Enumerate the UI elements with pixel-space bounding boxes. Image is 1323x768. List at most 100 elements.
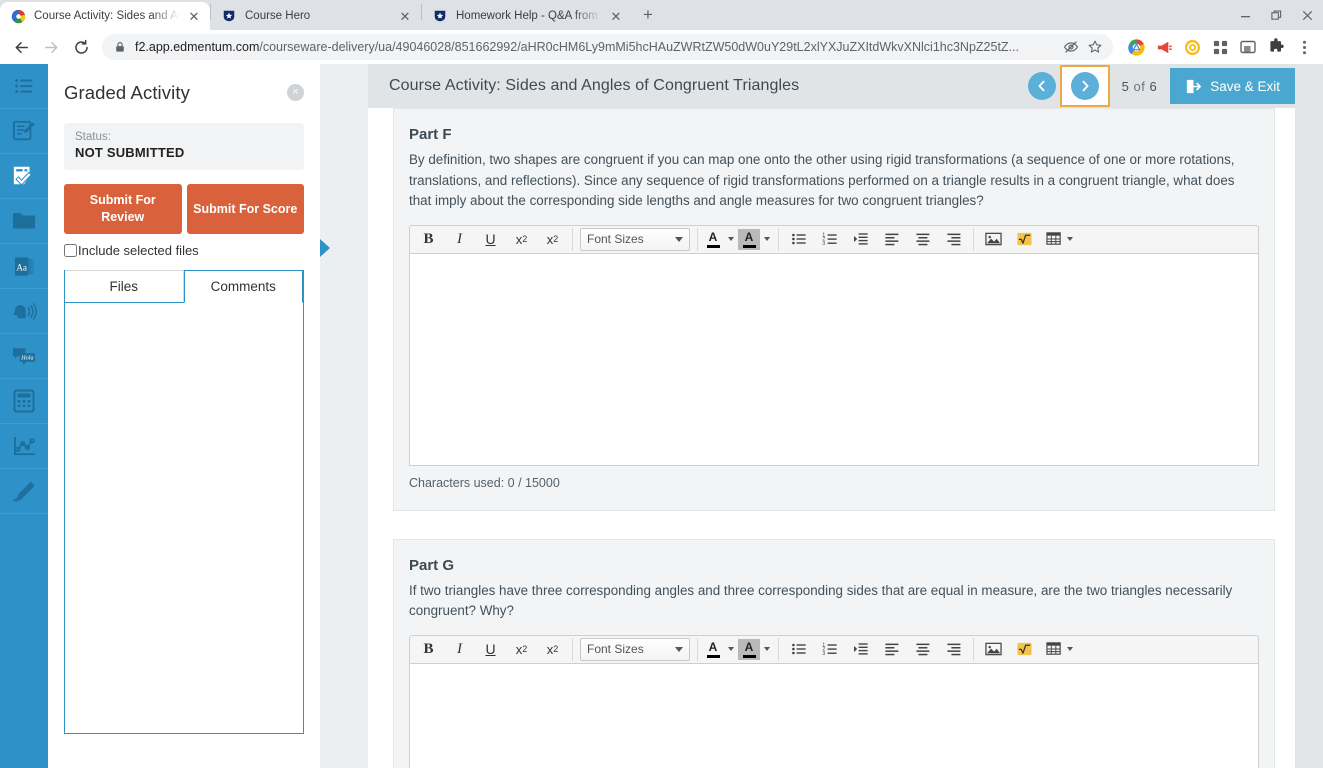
tab-files[interactable]: Files	[65, 270, 184, 302]
insert-image-icon[interactable]	[978, 228, 1009, 251]
browser-tab-1[interactable]: Course Activity: Sides and Angles of Con…	[0, 2, 210, 30]
insert-group	[973, 227, 1078, 251]
align-left-icon[interactable]	[876, 228, 907, 251]
maximize-restore-icon[interactable]	[1261, 0, 1292, 30]
three-dot-menu-icon[interactable]	[1291, 34, 1317, 60]
back-icon[interactable]	[6, 32, 36, 62]
include-selected-files-checkbox[interactable]	[64, 244, 77, 257]
close-icon[interactable]: ✕	[608, 8, 624, 24]
align-left-icon[interactable]	[876, 638, 907, 661]
italic-button[interactable]: I	[444, 638, 475, 661]
indent-icon[interactable]	[845, 228, 876, 251]
megaphone-icon[interactable]	[1151, 34, 1177, 60]
chevron-down-icon[interactable]	[1066, 237, 1073, 241]
italic-button[interactable]: I	[444, 228, 475, 251]
equation-sqrt-icon[interactable]	[1009, 228, 1040, 251]
close-window-icon[interactable]	[1292, 0, 1323, 30]
eye-slash-icon[interactable]	[1063, 39, 1079, 55]
submit-for-score-button[interactable]: Submit For Score	[186, 184, 304, 234]
highlighter-icon[interactable]	[0, 469, 48, 514]
dictionary-aa-glyph: Aa	[13, 255, 36, 278]
highlight-color-bar	[742, 245, 756, 248]
include-selected-files-row[interactable]: Include selected files	[64, 243, 304, 258]
translate-hola-icon[interactable]: Hola	[0, 334, 48, 379]
chevron-down-icon[interactable]	[724, 237, 738, 241]
align-right-icon[interactable]	[938, 638, 969, 661]
assignment-check-icon[interactable]	[0, 154, 48, 199]
chevron-down-icon[interactable]	[724, 647, 738, 651]
page-indicator: 5 of 6	[1122, 79, 1158, 94]
folder-icon[interactable]	[0, 199, 48, 244]
panel-resize-edge[interactable]	[320, 64, 368, 768]
comments-panel	[65, 302, 303, 733]
numbered-list-icon[interactable]: 123	[814, 228, 845, 251]
window-extension-icon[interactable]	[1235, 34, 1261, 60]
superscript-digit: 2	[522, 644, 528, 654]
previous-page-button[interactable]	[1027, 72, 1056, 100]
text-to-speech-glyph	[12, 300, 37, 323]
rich-text-editor-g: B I U x2 x2 Font Sizes A A 1 2 3	[409, 634, 1259, 768]
close-icon[interactable]: ✕	[186, 8, 202, 24]
browser-tab-2[interactable]: Course Hero ✕	[211, 2, 421, 30]
character-count-f: Characters used: 0 / 15000	[409, 475, 560, 490]
superscript-button[interactable]: x2	[506, 228, 537, 251]
pager: 5 of 6 Save & Exit	[1027, 65, 1295, 107]
chrome-drive-icon[interactable]	[1123, 34, 1149, 60]
bullet-list-icon[interactable]	[783, 228, 814, 251]
new-tab-button[interactable]: +	[634, 1, 662, 29]
grid-apps-icon[interactable]	[1207, 34, 1233, 60]
bold-button[interactable]: B	[413, 228, 444, 251]
chevron-down-icon[interactable]	[1066, 647, 1073, 651]
collapse-panel-arrow-icon[interactable]	[320, 239, 330, 257]
tab-comments[interactable]: Comments	[183, 270, 303, 303]
font-color-button[interactable]: A	[702, 229, 738, 250]
align-right-icon[interactable]	[938, 228, 969, 251]
insert-table-icon[interactable]	[1040, 638, 1078, 661]
coin-icon[interactable]	[1179, 34, 1205, 60]
chevron-down-icon[interactable]	[760, 647, 774, 651]
numbered-list-icon[interactable]: 123	[814, 638, 845, 661]
superscript-button[interactable]: x2	[506, 638, 537, 661]
align-center-icon[interactable]	[907, 638, 938, 661]
part-prompt: If two triangles have three correspondin…	[409, 582, 1233, 619]
indent-icon[interactable]	[845, 638, 876, 661]
font-color-button[interactable]: A	[702, 639, 738, 660]
answer-textarea-f[interactable]	[409, 253, 1259, 466]
close-icon[interactable]: ×	[287, 84, 304, 101]
puzzle-extensions-icon[interactable]	[1263, 34, 1289, 60]
align-center-icon[interactable]	[907, 228, 938, 251]
reload-icon[interactable]	[66, 32, 96, 62]
bookmark-star-icon[interactable]	[1087, 39, 1103, 55]
underline-button[interactable]: U	[475, 638, 506, 661]
notes-list-icon[interactable]	[0, 64, 48, 109]
subscript-button[interactable]: x2	[537, 228, 568, 251]
notepad-edit-icon[interactable]	[0, 109, 48, 154]
activity-scroll-area[interactable]: Part F By definition, two shapes are con…	[368, 108, 1295, 768]
calculator-icon[interactable]	[0, 379, 48, 424]
minimize-icon[interactable]	[1230, 0, 1261, 30]
highlight-color-button[interactable]: A	[738, 228, 774, 250]
insert-image-icon[interactable]	[978, 638, 1009, 661]
font-sizes-select[interactable]: Font Sizes	[580, 227, 690, 251]
close-icon[interactable]: ✕	[397, 8, 413, 24]
submit-for-review-button[interactable]: Submit For Review	[64, 184, 182, 234]
highlight-color-button[interactable]: A	[738, 638, 774, 660]
bullet-list-icon[interactable]	[783, 638, 814, 661]
address-bar[interactable]: f2.app.edmentum.com/courseware-delivery/…	[102, 34, 1113, 60]
save-and-exit-button[interactable]: Save & Exit	[1170, 68, 1295, 104]
bold-button[interactable]: B	[413, 638, 444, 661]
next-page-button[interactable]	[1070, 72, 1099, 100]
graphing-icon[interactable]	[0, 424, 48, 469]
underline-button[interactable]: U	[475, 228, 506, 251]
text-to-speech-icon[interactable]	[0, 289, 48, 334]
save-exit-icon	[1185, 78, 1202, 95]
dictionary-aa-icon[interactable]: Aa	[0, 244, 48, 289]
answer-textarea-g[interactable]	[409, 663, 1259, 768]
font-sizes-select[interactable]: Font Sizes	[580, 637, 690, 661]
insert-table-icon[interactable]	[1040, 228, 1078, 251]
chevron-down-icon[interactable]	[760, 237, 774, 241]
equation-sqrt-icon[interactable]	[1009, 638, 1040, 661]
browser-tab-3[interactable]: Homework Help - Q&A from Online Tutors -…	[422, 2, 632, 30]
font-size-group: Font Sizes	[572, 227, 693, 251]
subscript-button[interactable]: x2	[537, 638, 568, 661]
